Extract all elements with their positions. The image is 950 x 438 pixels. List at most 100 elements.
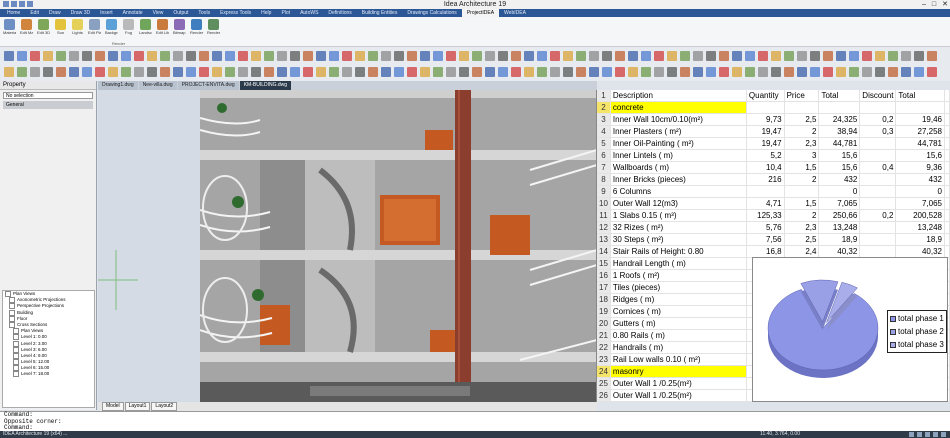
quick-access-toolbar[interactable] [3,1,33,7]
toolbar-tool-icon[interactable] [524,67,534,77]
toolbar-tool-icon[interactable] [589,67,599,77]
toolbar-tool-icon[interactable] [56,67,66,77]
table-cell[interactable] [859,221,897,234]
row-number[interactable]: 18 [597,293,611,306]
toolbar-tool-icon[interactable] [69,67,79,77]
table-cell[interactable]: 2,3 [784,221,820,234]
table-cell[interactable]: 0.80 Rails ( m) [610,329,747,342]
toolbar-tool-icon[interactable] [641,51,651,61]
toolbar-tool-icon[interactable] [511,51,521,61]
table-cell[interactable]: 16,8 [746,245,785,258]
toolbar-tool-icon[interactable] [316,51,326,61]
row-number[interactable]: 8 [597,173,611,186]
document-tab[interactable]: Drawing1.dwg [98,81,138,90]
row-number[interactable]: 6 [597,149,611,162]
table-cell[interactable]: 19,47 [746,125,785,138]
toolbar-tool-icon[interactable] [901,67,911,77]
toolbar-tool-icon[interactable] [654,51,664,61]
table-cell[interactable] [859,149,897,162]
ribbon-button[interactable]: Edit Materials [20,19,33,35]
table-cell[interactable] [784,185,820,198]
row-number[interactable]: 27 [597,401,611,402]
open-icon[interactable] [11,1,17,7]
menu-item[interactable]: View [148,9,169,17]
table-cell[interactable]: 432 [895,173,945,186]
toolbar-tool-icon[interactable] [186,51,196,61]
table-cell[interactable]: 0 [895,185,945,198]
toolbar-tool-icon[interactable] [303,67,313,77]
toolbar-tool-icon[interactable] [524,51,534,61]
toolbar-tool-icon[interactable] [69,51,79,61]
table-cell[interactable]: 200,528 [895,209,945,222]
table-cell[interactable]: Cornices ( m) [610,305,747,318]
menu-item[interactable]: Plot [276,9,295,17]
toolbar-tool-icon[interactable] [147,67,157,77]
toolbar-tool-icon[interactable] [875,51,885,61]
toolbar-tool-icon[interactable] [888,51,898,61]
table-cell[interactable]: Quantity [746,90,785,102]
toolbar-tool-icon[interactable] [95,51,105,61]
toolbar-tool-icon[interactable] [134,51,144,61]
toolbar-tool-icon[interactable] [446,51,456,61]
toolbar-tool-icon[interactable] [407,51,417,61]
minimize-icon[interactable]: – [922,0,926,9]
row-number[interactable]: 1 [597,90,611,102]
toolbar-tool-icon[interactable] [446,67,456,77]
toolbar-tool-icon[interactable] [797,67,807,77]
row-number[interactable]: 7 [597,161,611,174]
table-cell[interactable] [818,101,861,114]
row-number[interactable]: 25 [597,377,611,390]
toolbar-tool-icon[interactable] [602,67,612,77]
table-cell[interactable]: 24,325 [818,113,861,126]
toolbar-tool-icon[interactable] [823,51,833,61]
table-cell[interactable]: 2 [784,173,820,186]
table-cell[interactable]: Discount [859,90,897,102]
toolbar-tool-icon[interactable] [316,67,326,77]
toolbar-tool-icon[interactable] [108,67,118,77]
row-number[interactable]: 24 [597,365,611,378]
table-cell[interactable]: Inner Wall 10cm/0.10(m²) [610,113,747,126]
toolbar-tool-icon[interactable] [212,51,222,61]
table-cell[interactable]: Outer Wall 12(m3) [610,197,747,210]
table-cell[interactable] [895,101,945,114]
menu-item[interactable]: Draw 3D [66,9,95,17]
toolbar-tool-icon[interactable] [160,67,170,77]
command-line[interactable]: Command: Opposite corner: Command: [0,411,950,431]
table-cell[interactable]: 6 Columns [610,185,747,198]
toolbar-tool-icon[interactable] [719,51,729,61]
toolbar-tool-icon[interactable] [43,51,53,61]
table-cell[interactable]: 10,4 [746,161,785,174]
table-cell[interactable]: 0,3 [859,125,897,138]
table-cell[interactable]: Inner Wall 10cm/0.10(m²) [610,401,747,402]
model-icon[interactable] [941,432,946,437]
table-cell[interactable] [944,185,950,198]
menu-item[interactable]: Output [168,9,193,17]
toolbar-tool-icon[interactable] [4,67,14,77]
row-number[interactable]: 21 [597,329,611,342]
menu-item[interactable]: Draw [44,9,66,17]
table-cell[interactable] [859,233,897,246]
toolbar-tool-icon[interactable] [732,67,742,77]
table-cell[interactable]: Outer Wall 1 /0.25(m²) [610,389,747,402]
document-tab[interactable]: PROJECT-ENVITA.dwg [177,81,239,90]
toolbar-tool-icon[interactable] [238,51,248,61]
toolbar-tool-icon[interactable] [225,51,235,61]
table-cell[interactable] [944,245,950,258]
menu-item[interactable]: Home [2,9,25,17]
row-number[interactable]: 14 [597,245,611,258]
section-general[interactable]: General [3,101,93,109]
layout-tab[interactable]: Model [102,402,124,411]
row-number[interactable]: 26 [597,389,611,402]
table-cell[interactable] [859,173,897,186]
table-cell[interactable]: Inner Oil-Painting ( m²) [610,137,747,150]
row-number[interactable]: 17 [597,281,611,294]
ribbon-button[interactable]: Bitmap Library [173,19,186,35]
ribbon-button[interactable]: Lights [71,19,84,35]
toolbar-tool-icon[interactable] [732,51,742,61]
menu-item[interactable]: ProjectIDEA [461,9,500,17]
menu-item[interactable]: Tools [193,9,215,17]
row-number[interactable]: 4 [597,125,611,138]
toolbar-tool-icon[interactable] [147,51,157,61]
toolbar-tool-icon[interactable] [563,67,573,77]
toolbar-tool-icon[interactable] [342,67,352,77]
